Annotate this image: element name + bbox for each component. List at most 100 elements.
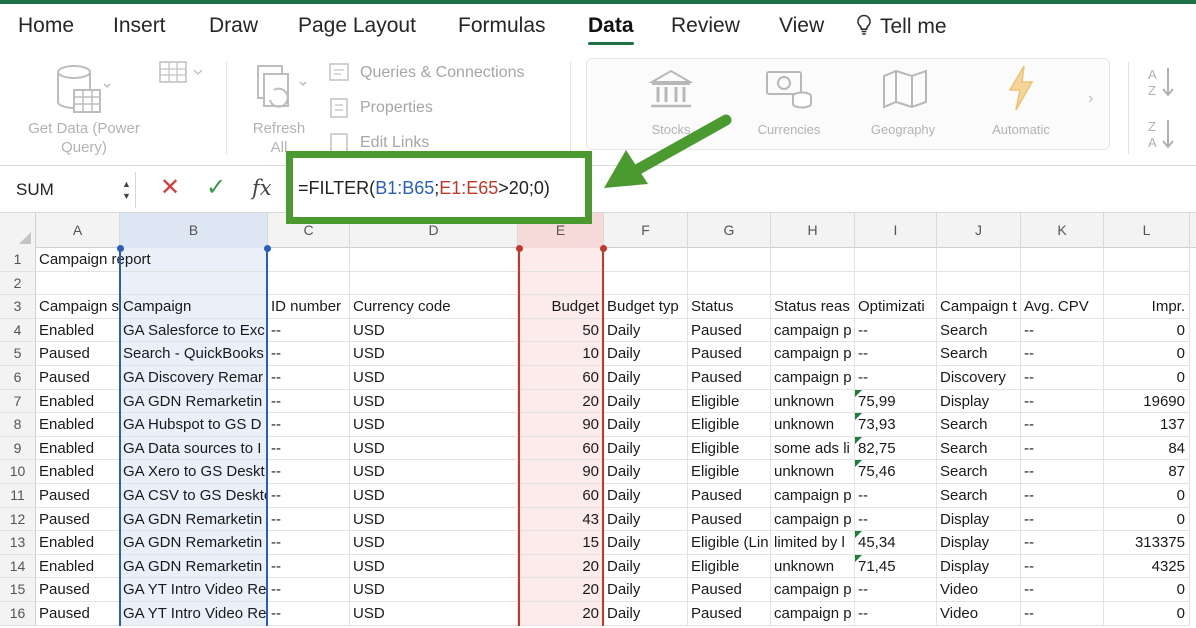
refresh-icon[interactable] bbox=[250, 62, 310, 120]
table-cell[interactable]: Daily bbox=[604, 531, 688, 555]
table-cell[interactable]: -- bbox=[855, 342, 937, 366]
gallery-chevron-icon[interactable]: › bbox=[1088, 90, 1093, 108]
table-cell[interactable]: GA GDN Remarketin bbox=[120, 507, 268, 532]
column-header-g[interactable]: G bbox=[688, 213, 771, 248]
row-header[interactable]: 5 bbox=[0, 342, 36, 366]
row-header[interactable]: 2 bbox=[0, 271, 36, 296]
sheet-title-cell[interactable]: Campaign report bbox=[36, 248, 151, 272]
table-cell[interactable]: USD bbox=[350, 460, 518, 484]
column-header-k[interactable]: K bbox=[1021, 213, 1104, 248]
table-cell[interactable]: GA YT Intro Video Re bbox=[120, 602, 268, 626]
name-box-spinner-icon[interactable]: ▲ ▼ bbox=[122, 178, 131, 202]
tab-page-layout[interactable]: Page Layout bbox=[298, 14, 416, 38]
header-cell[interactable]: Avg. CPV bbox=[1021, 295, 1104, 319]
table-cell[interactable]: campaign p bbox=[771, 342, 855, 366]
table-cell[interactable]: -- bbox=[268, 389, 350, 414]
table-cell[interactable]: unknown bbox=[771, 389, 855, 414]
get-data-label-1[interactable]: Get Data (Power bbox=[14, 120, 154, 137]
table-cell[interactable]: USD bbox=[350, 484, 518, 508]
table-cell[interactable] bbox=[120, 271, 268, 296]
formula-input[interactable]: =FILTER(B1:B65;E1:E65>20;0) bbox=[298, 178, 550, 199]
column-header-i[interactable]: I bbox=[855, 213, 937, 248]
table-cell[interactable]: GA GDN Remarketin bbox=[120, 531, 268, 555]
currencies-icon[interactable] bbox=[764, 68, 814, 112]
row-header[interactable]: 10 bbox=[0, 460, 36, 484]
table-cell[interactable] bbox=[1104, 248, 1190, 272]
header-cell[interactable]: Optimizati bbox=[855, 295, 937, 319]
range-b-right-border-handle[interactable] bbox=[263, 244, 271, 252]
column-header-l[interactable]: L bbox=[1104, 213, 1190, 248]
table-cell[interactable] bbox=[937, 271, 1021, 296]
table-cell[interactable]: -- bbox=[268, 578, 350, 602]
sort-az-icon[interactable]: A Z bbox=[1142, 64, 1182, 100]
table-cell[interactable]: Daily bbox=[604, 436, 688, 461]
header-cell[interactable]: ID number bbox=[268, 295, 350, 319]
table-cell[interactable]: Discovery bbox=[937, 366, 1021, 390]
row-header[interactable]: 15 bbox=[0, 578, 36, 602]
row-header[interactable]: 11 bbox=[0, 484, 36, 508]
get-data-label-2[interactable]: Query) bbox=[14, 139, 154, 156]
table-cell[interactable] bbox=[350, 271, 518, 296]
table-cell[interactable]: -- bbox=[1021, 460, 1104, 484]
table-cell[interactable]: -- bbox=[268, 318, 350, 343]
table-cell[interactable] bbox=[688, 271, 771, 296]
error-flag-icon[interactable] bbox=[855, 460, 862, 468]
table-cell[interactable]: Paused bbox=[688, 318, 771, 343]
table-cell[interactable]: -- bbox=[1021, 436, 1104, 461]
table-cell[interactable]: Paused bbox=[688, 507, 771, 532]
table-cell[interactable]: 71,45 bbox=[855, 554, 937, 579]
table-cell[interactable]: unknown bbox=[771, 554, 855, 579]
table-cell[interactable]: campaign p bbox=[771, 602, 855, 626]
table-cell[interactable]: -- bbox=[1021, 413, 1104, 437]
properties-button[interactable]: Properties bbox=[360, 99, 433, 117]
table-cell[interactable]: 73,93 bbox=[855, 413, 937, 437]
table-cell[interactable]: -- bbox=[1021, 578, 1104, 602]
row-header[interactable]: 13 bbox=[0, 531, 36, 555]
table-cell[interactable] bbox=[1104, 271, 1190, 296]
select-all-button[interactable] bbox=[0, 213, 36, 248]
table-cell[interactable]: Paused bbox=[36, 366, 120, 390]
table-cell[interactable]: Paused bbox=[36, 507, 120, 532]
tab-home[interactable]: Home bbox=[18, 14, 74, 38]
table-cell[interactable]: Eligible bbox=[688, 413, 771, 437]
error-flag-icon[interactable] bbox=[855, 531, 862, 539]
table-cell[interactable]: Daily bbox=[604, 342, 688, 366]
table-cell[interactable] bbox=[268, 248, 350, 272]
table-cell[interactable]: Search - QuickBooks bbox=[120, 342, 268, 366]
table-cell[interactable]: -- bbox=[268, 413, 350, 437]
table-cell[interactable] bbox=[604, 248, 688, 272]
table-cell[interactable]: Daily bbox=[604, 554, 688, 579]
tab-data[interactable]: Data bbox=[588, 14, 634, 45]
geography-label[interactable]: Geography bbox=[858, 122, 948, 137]
table-cell[interactable]: GA CSV to GS Deskto bbox=[120, 484, 268, 508]
stocks-icon[interactable] bbox=[648, 68, 694, 112]
table-cell[interactable]: GA Xero to GS Deskt bbox=[120, 460, 268, 484]
table-cell[interactable]: 20 bbox=[518, 578, 604, 602]
table-cell[interactable]: -- bbox=[1021, 342, 1104, 366]
table-cell[interactable]: -- bbox=[855, 507, 937, 532]
table-cell[interactable]: -- bbox=[1021, 366, 1104, 390]
table-cell[interactable]: campaign p bbox=[771, 507, 855, 532]
table-cell[interactable]: -- bbox=[268, 602, 350, 626]
row-header[interactable]: 8 bbox=[0, 413, 36, 437]
table-cell[interactable]: Paused bbox=[36, 342, 120, 366]
table-cell[interactable]: 313375 bbox=[1104, 531, 1190, 555]
table-cell[interactable]: Display bbox=[937, 554, 1021, 579]
table-cell[interactable]: Eligible bbox=[688, 436, 771, 461]
table-cell[interactable]: -- bbox=[268, 342, 350, 366]
table-cell[interactable]: Eligible bbox=[688, 460, 771, 484]
row-header[interactable]: 7 bbox=[0, 389, 36, 414]
table-cell[interactable] bbox=[937, 248, 1021, 272]
tab-view[interactable]: View bbox=[779, 14, 824, 38]
table-grid-icon[interactable] bbox=[158, 60, 208, 86]
range-e-left-border-handle[interactable] bbox=[515, 244, 523, 252]
table-cell[interactable]: Paused bbox=[688, 602, 771, 626]
row-header[interactable]: 16 bbox=[0, 602, 36, 626]
table-cell[interactable]: GA Salesforce to Exc bbox=[120, 318, 268, 343]
table-cell[interactable]: -- bbox=[268, 484, 350, 508]
table-cell[interactable]: USD bbox=[350, 602, 518, 626]
table-cell[interactable]: 87 bbox=[1104, 460, 1190, 484]
table-cell[interactable]: Paused bbox=[688, 342, 771, 366]
table-cell[interactable]: 90 bbox=[518, 460, 604, 484]
table-cell[interactable]: Search bbox=[937, 342, 1021, 366]
